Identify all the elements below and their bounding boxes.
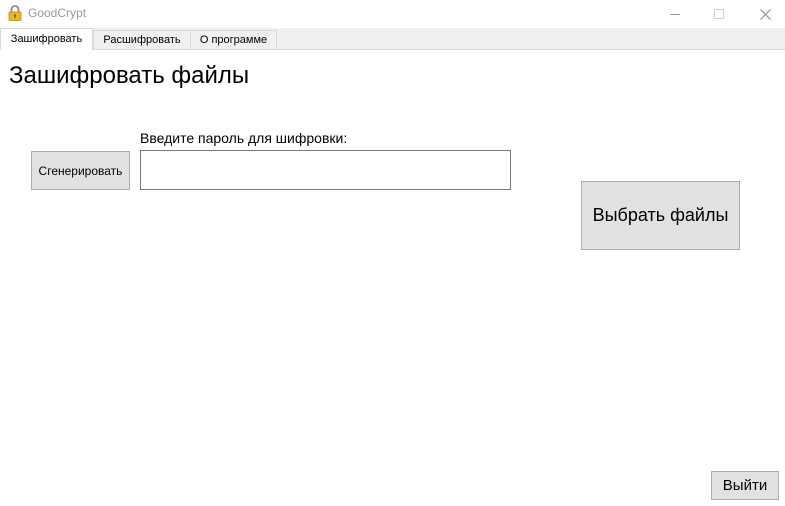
exit-button[interactable]: Выйти — [711, 471, 779, 500]
tab-bar: Зашифровать Расшифровать О программе — [0, 28, 785, 50]
tab-about[interactable]: О программе — [190, 30, 277, 49]
maximize-icon[interactable] — [696, 0, 742, 28]
minimize-icon[interactable] — [652, 0, 698, 28]
title-bar: GoodCrypt — [0, 0, 785, 28]
close-icon[interactable] — [742, 0, 785, 28]
page-title: Зашифровать файлы — [9, 62, 250, 89]
generate-button[interactable]: Сгенерировать — [31, 151, 130, 190]
window-title: GoodCrypt — [28, 6, 87, 20]
password-input[interactable] — [140, 150, 511, 190]
password-label: Введите пароль для шифровки: — [140, 130, 348, 146]
tab-encrypt[interactable]: Зашифровать — [0, 28, 93, 50]
choose-files-button[interactable]: Выбрать файлы — [581, 181, 740, 250]
tab-decrypt[interactable]: Расшифровать — [93, 30, 191, 49]
padlock-icon — [8, 5, 22, 21]
